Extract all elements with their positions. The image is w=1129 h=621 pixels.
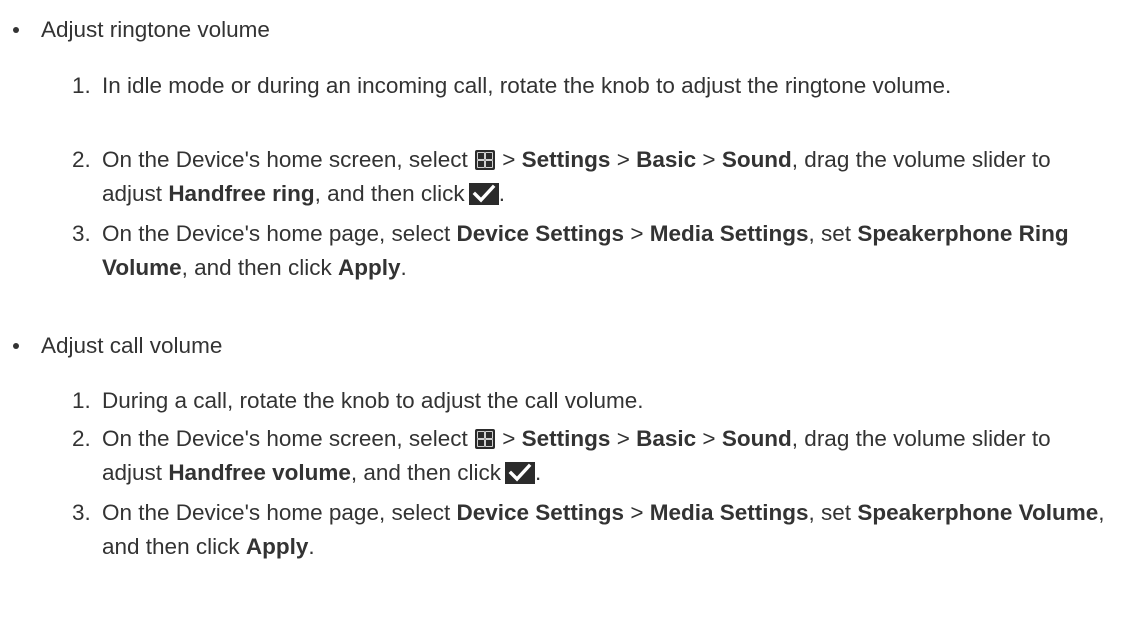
step-number: 3. — [72, 221, 91, 246]
separator: > — [702, 147, 716, 172]
menu-basic: Basic — [636, 426, 697, 451]
step-suffix: , and then click — [181, 255, 332, 280]
setting-target: Handfree volume — [168, 460, 351, 485]
step-text: On the Device's home page, select Device… — [102, 496, 1112, 564]
menu-device-settings: Device Settings — [456, 500, 625, 525]
step-text: On the Device's home screen, select > Se… — [102, 143, 1112, 211]
step-text: During a call, rotate the knob to adjust… — [102, 388, 644, 413]
step-number: 2. — [72, 147, 91, 172]
document-body: Adjust ringtone volume 1. In idle mode o… — [0, 0, 1129, 621]
menu-settings: Settings — [521, 147, 611, 172]
step-end: . — [400, 255, 407, 280]
apply-label: Apply — [245, 534, 309, 559]
menu-sound: Sound — [721, 147, 792, 172]
checkmark-icon — [504, 462, 535, 484]
menu-settings: Settings — [521, 426, 611, 451]
bullet-label: Adjust call volume — [41, 333, 223, 358]
separator: > — [616, 426, 630, 451]
menu-basic: Basic — [636, 147, 697, 172]
step-suffix: , and then click — [314, 181, 465, 206]
step-prefix: On the Device's home page, select — [102, 500, 451, 525]
separator: > — [502, 426, 516, 451]
step-mid: , set — [808, 221, 852, 246]
menu-media-settings: Media Settings — [649, 221, 809, 246]
step-prefix: On the Device's home screen, select — [102, 147, 468, 172]
step-prefix: On the Device's home screen, select — [102, 426, 468, 451]
step-end: . — [534, 460, 542, 485]
setting-target: Handfree ring — [168, 181, 315, 206]
bullet-label: Adjust ringtone volume — [41, 17, 270, 42]
step-end: . — [498, 181, 505, 206]
separator: > — [702, 426, 716, 451]
separator: > — [630, 221, 644, 246]
separator: > — [502, 147, 516, 172]
grid-menu-icon — [474, 429, 495, 449]
step-number: 2. — [72, 426, 91, 451]
step-text: On the Device's home screen, select > Se… — [102, 422, 1112, 490]
step-text: On the Device's home page, select Device… — [102, 217, 1112, 285]
step-prefix: On the Device's home page, select — [102, 221, 451, 246]
step-suffix: , and then click — [350, 460, 501, 485]
bullet-dot — [13, 343, 19, 349]
menu-sound: Sound — [721, 426, 792, 451]
apply-label: Apply — [337, 255, 401, 280]
separator: > — [616, 147, 630, 172]
menu-device-settings: Device Settings — [456, 221, 625, 246]
step-mid: , set — [808, 500, 852, 525]
separator: > — [630, 500, 644, 525]
step-end: . — [308, 534, 315, 559]
setting-field: Speakerphone Volume — [857, 500, 1099, 525]
step-number: 3. — [72, 500, 91, 525]
checkmark-icon — [468, 183, 499, 205]
bullet-dot — [13, 27, 19, 33]
step-number: 1. — [72, 388, 91, 413]
step-text: In idle mode or during an incoming call,… — [102, 73, 952, 98]
step-number: 1. — [72, 73, 91, 98]
menu-media-settings: Media Settings — [649, 500, 809, 525]
grid-menu-icon — [474, 150, 495, 170]
